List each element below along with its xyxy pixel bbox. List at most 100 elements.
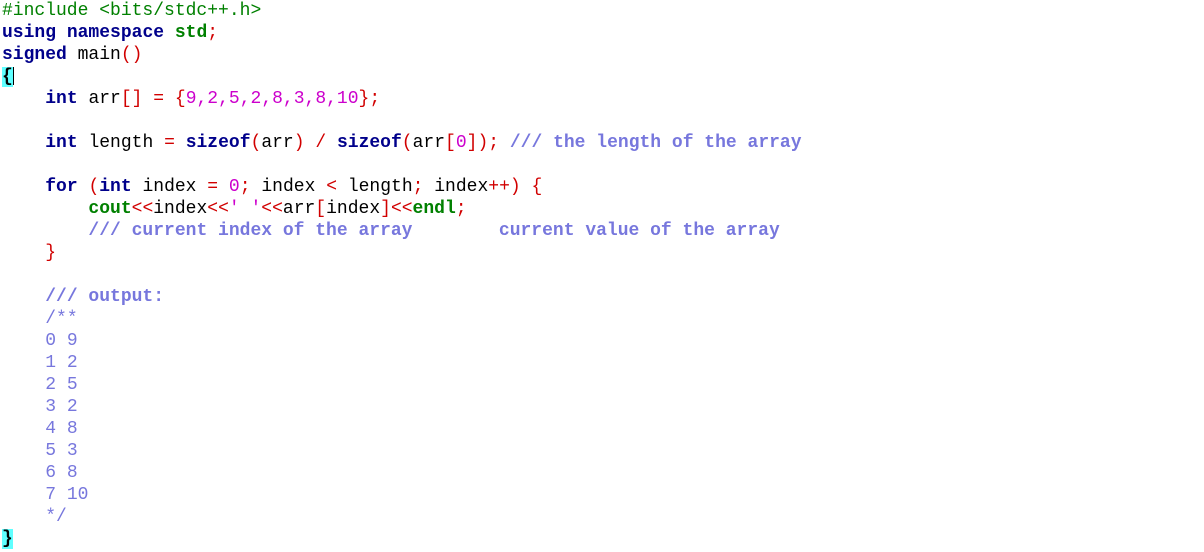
output-line: 4 8: [45, 419, 78, 439]
comment-current-value: current value of the array: [498, 221, 780, 241]
output-line: 2 5: [45, 375, 78, 395]
var-arr: arr: [261, 133, 294, 153]
for-close-brace: }: [45, 243, 57, 263]
keyword-endl: endl: [412, 199, 456, 219]
code-line-17[interactable]: 1 2: [0, 352, 1204, 374]
literal-zero: 0: [228, 177, 240, 197]
code-line-19[interactable]: 3 2: [0, 396, 1204, 418]
comment-output: /// output:: [45, 287, 165, 307]
output-line: 7 10: [45, 485, 89, 505]
code-line-4[interactable]: {: [0, 66, 1204, 88]
assign-op: =: [207, 177, 219, 197]
paren-open: (: [88, 177, 100, 197]
doc-comment-open: /**: [45, 309, 78, 329]
var-length: length: [347, 177, 413, 197]
array-values: 9,2,5,2,8,3,8,10: [185, 89, 359, 109]
assign-op: =: [164, 133, 175, 153]
var-index: index: [434, 177, 489, 197]
output-line: 0 9: [45, 331, 78, 351]
code-line-21[interactable]: 5 3: [0, 440, 1204, 462]
for-open-brace: {: [531, 177, 543, 197]
matched-brace-close: }: [2, 529, 13, 549]
var-index: index: [153, 199, 208, 219]
index-zero: 0: [455, 133, 467, 153]
semicolon: ;: [239, 177, 251, 197]
code-line-14[interactable]: /// output:: [0, 286, 1204, 308]
code-line-5[interactable]: int arr[] = {9,2,5,2,8,3,8,10};: [0, 88, 1204, 110]
text-cursor: [12, 67, 14, 86]
include-directive: #include <bits/stdc++.h>: [2, 1, 262, 21]
semicolon: ;: [455, 199, 467, 219]
code-line-22[interactable]: 6 8: [0, 462, 1204, 484]
doc-comment-close: */: [45, 507, 67, 527]
output-line: 1 2: [45, 353, 78, 373]
shift-op: <<: [207, 199, 229, 219]
keyword-signed: signed: [2, 45, 67, 65]
matched-brace-open: {: [2, 67, 13, 87]
brackets: []: [120, 89, 143, 109]
code-line-18[interactable]: 2 5: [0, 374, 1204, 396]
var-arr: arr: [282, 199, 316, 219]
keyword-sizeof: sizeof: [185, 133, 251, 153]
namespace-std: std: [174, 23, 208, 43]
main-parens: (): [120, 45, 143, 65]
paren-open: (: [401, 133, 413, 153]
keyword-int: int: [99, 177, 132, 197]
output-line: 6 8: [45, 463, 78, 483]
code-line-8[interactable]: [0, 154, 1204, 176]
var-arr: arr: [88, 89, 121, 109]
bracket-close: ]: [466, 133, 478, 153]
keyword-sizeof: sizeof: [336, 133, 402, 153]
code-line-10[interactable]: cout<<index<<' '<<arr[index]<<endl;: [0, 198, 1204, 220]
array-close-brace: };: [358, 89, 381, 109]
keyword-namespace: namespace: [66, 23, 165, 43]
output-line: 3 2: [45, 397, 78, 417]
code-line-6[interactable]: [0, 110, 1204, 132]
code-line-2[interactable]: using namespace std;: [0, 22, 1204, 44]
bracket-close: ]: [380, 199, 391, 219]
char-space: ' ': [228, 199, 262, 219]
bracket-open: [: [445, 133, 456, 153]
shift-op: <<: [131, 199, 154, 219]
paren-close: ): [477, 133, 489, 153]
keyword-using: using: [2, 23, 57, 43]
code-line-9[interactable]: for (int index = 0; index < length; inde…: [0, 176, 1204, 198]
shift-op: <<: [390, 199, 413, 219]
code-line-23[interactable]: 7 10: [0, 484, 1204, 506]
semicolon: ;: [488, 133, 500, 153]
paren-close: ): [293, 133, 305, 153]
assign-op: =: [153, 89, 165, 109]
code-line-25[interactable]: }: [0, 528, 1204, 550]
shift-op: <<: [261, 199, 283, 219]
var-index: index: [261, 177, 316, 197]
keyword-for: for: [45, 177, 78, 197]
keyword-cout: cout: [88, 199, 132, 219]
var-arr: arr: [412, 133, 445, 153]
semicolon: ;: [412, 177, 424, 197]
code-line-16[interactable]: 0 9: [0, 330, 1204, 352]
code-line-7[interactable]: int length = sizeof(arr) / sizeof(arr[0]…: [0, 132, 1204, 154]
output-line: 5 3: [45, 441, 78, 461]
var-index: index: [142, 177, 197, 197]
code-editor[interactable]: #include <bits/stdc++.h> using namespace…: [0, 0, 1204, 552]
code-line-11[interactable]: /// current index of the array current v…: [0, 220, 1204, 242]
code-line-15[interactable]: /**: [0, 308, 1204, 330]
divide-op: /: [315, 133, 327, 153]
code-line-12[interactable]: }: [0, 242, 1204, 264]
function-main: main: [77, 45, 121, 65]
code-line-13[interactable]: [0, 264, 1204, 286]
semicolon: ;: [207, 23, 219, 43]
var-length: length: [88, 133, 154, 153]
code-line-3[interactable]: signed main(): [0, 44, 1204, 66]
code-line-1[interactable]: #include <bits/stdc++.h>: [0, 0, 1204, 22]
keyword-int: int: [45, 133, 78, 153]
comment-current-index: /// current index of the array: [88, 221, 413, 241]
array-open-brace: {: [174, 89, 186, 109]
var-index: index: [326, 199, 381, 219]
bracket-open: [: [315, 199, 327, 219]
less-than-op: <: [326, 177, 337, 197]
increment-op: ++): [488, 177, 521, 197]
code-line-20[interactable]: 4 8: [0, 418, 1204, 440]
comment-length: /// the length of the array: [509, 133, 802, 153]
code-line-24[interactable]: */: [0, 506, 1204, 528]
